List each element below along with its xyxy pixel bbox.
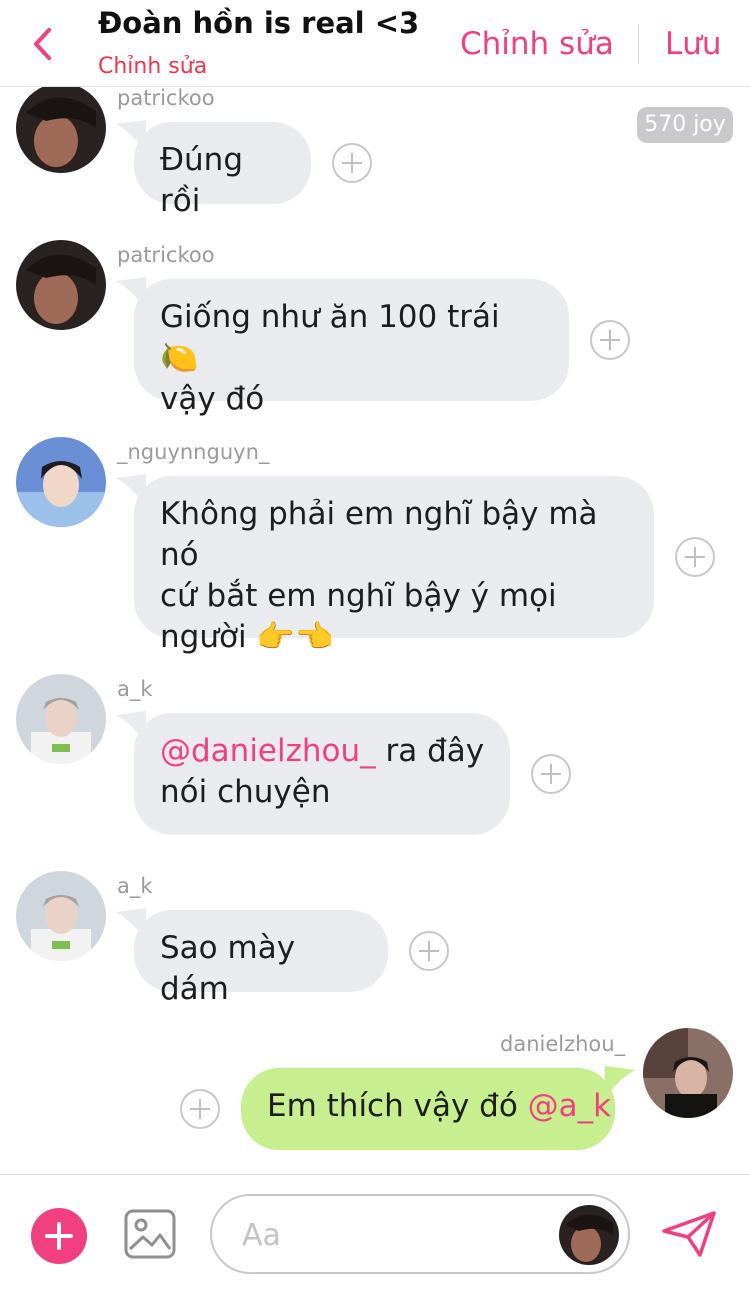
message-text: ra đây — [375, 733, 485, 769]
message-text: người 👉👈 — [160, 619, 334, 655]
back-button[interactable] — [22, 18, 66, 68]
edit-button[interactable]: Chỉnh sửa — [460, 26, 614, 62]
message-text: nói chuyện — [160, 774, 331, 810]
add-reaction-button[interactable] — [409, 931, 449, 971]
message-username: patrickoo — [117, 86, 215, 110]
avatar-danielzhou[interactable] — [643, 1028, 733, 1118]
chat-title: Đoàn hồn is real <3 — [98, 6, 420, 40]
avatar-patrickoo[interactable] — [16, 83, 106, 173]
message-bubble[interactable]: Đúng rồi — [116, 120, 311, 219]
chat-header: Đoàn hồn is real <3 Chỉnh sửa Chỉnh sửa … — [0, 0, 750, 87]
message-username: _nguynnguyn_ — [117, 440, 270, 464]
message-username: a_k — [117, 677, 153, 701]
avatar-nguynnguyn[interactable] — [16, 437, 106, 527]
message-bubble[interactable]: Sao mày dám — [116, 908, 388, 1007]
add-reaction-button[interactable] — [332, 143, 372, 183]
add-reaction-button[interactable] — [675, 537, 715, 577]
message-text: cứ bắt em nghĩ bậy ý mọi — [160, 578, 557, 614]
plus-circle-icon[interactable] — [31, 1208, 87, 1264]
composer-bar — [0, 1174, 750, 1295]
chat-subtitle[interactable]: Chỉnh sửa — [98, 54, 207, 79]
image-button[interactable] — [124, 1209, 176, 1263]
avatar-patrickoo[interactable] — [16, 240, 106, 330]
message-username: patrickoo — [117, 243, 215, 267]
mention-link[interactable]: @a_k — [528, 1088, 611, 1124]
message-bubble[interactable]: Giống như ăn 100 trái 🍋 vậy đó — [116, 277, 569, 417]
avatar-a-k[interactable] — [16, 871, 106, 961]
add-reaction-button[interactable] — [531, 754, 571, 794]
send-button[interactable] — [660, 1209, 718, 1263]
image-icon — [124, 1209, 176, 1259]
message-text: Đúng rồi — [160, 142, 243, 219]
message-bubble[interactable]: @danielzhou_ ra đây nói chuyện — [116, 711, 510, 835]
chevron-left-icon — [34, 28, 51, 60]
message-input-container[interactable] — [210, 1194, 630, 1274]
message-text: Giống như ăn 100 trái 🍋 — [160, 299, 500, 376]
message-bubble[interactable]: Không phải em nghĩ bậy mà nó cứ bắt em n… — [116, 474, 654, 655]
add-reaction-button[interactable] — [180, 1089, 220, 1129]
message-username: a_k — [117, 874, 153, 898]
avatar-a-k[interactable] — [16, 674, 106, 764]
message-text: vậy đó — [160, 381, 265, 417]
message-input[interactable] — [240, 1212, 544, 1258]
send-icon — [662, 1211, 716, 1257]
joy-badge: 570 joy — [637, 107, 733, 143]
input-avatar[interactable] — [559, 1205, 619, 1265]
message-text: Em thích vậy đó — [267, 1088, 528, 1124]
message-username: danielzhou_ — [500, 1032, 626, 1056]
header-divider — [638, 24, 639, 64]
message-bubble-own[interactable]: Em thích vậy đó @a_k — [241, 1066, 635, 1150]
message-text: Không phải em nghĩ bậy mà nó — [160, 496, 598, 573]
save-button[interactable]: Lưu — [665, 26, 722, 62]
message-text: Sao mày dám — [160, 930, 296, 1007]
mention-link[interactable]: @danielzhou_ — [160, 733, 376, 769]
add-reaction-button[interactable] — [590, 320, 630, 360]
